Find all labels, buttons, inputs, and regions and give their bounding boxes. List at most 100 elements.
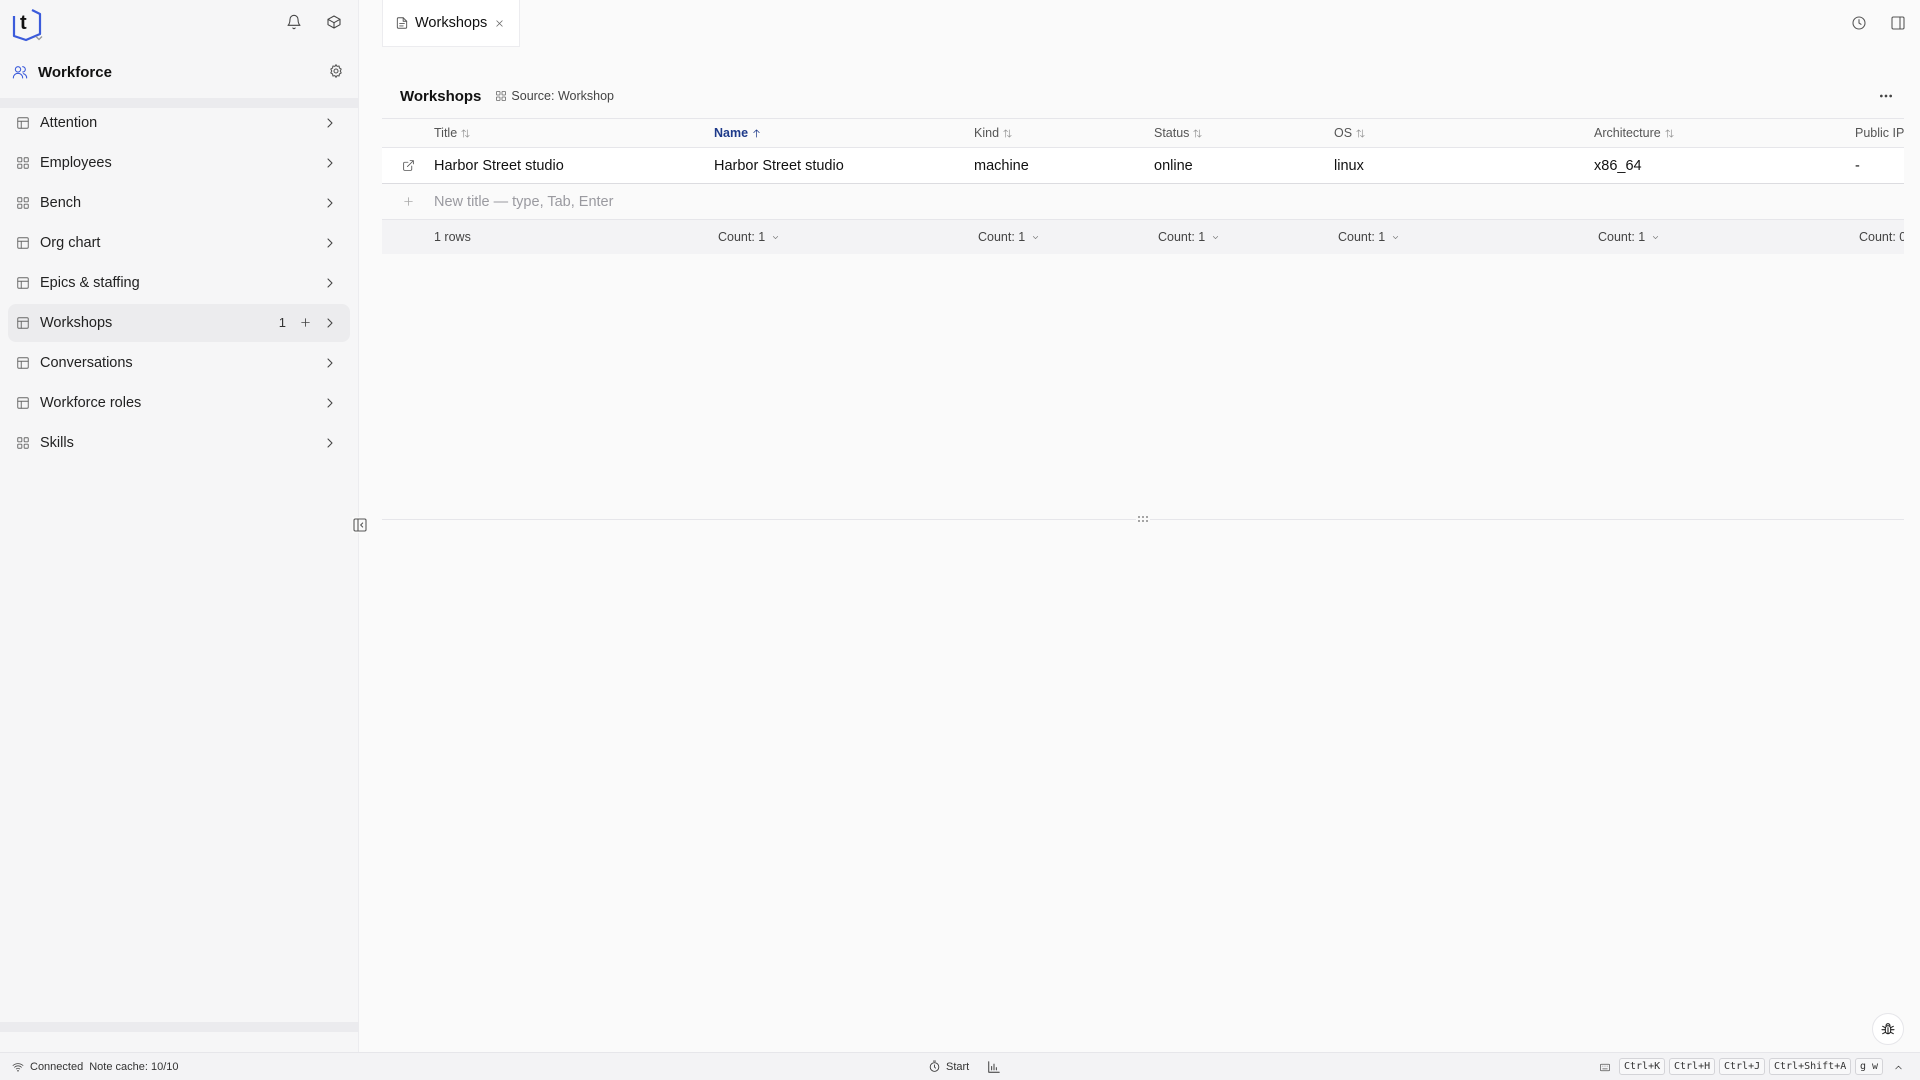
connection-label: Connected <box>30 1061 84 1073</box>
column-header-public-ip[interactable]: Public IPv <box>1855 119 1904 147</box>
chevron-up-icon[interactable] <box>1893 1062 1904 1073</box>
sidebar-item-label: Workforce roles <box>40 395 142 411</box>
open-row-button[interactable] <box>382 148 434 183</box>
table-icon <box>17 397 29 409</box>
sidebar: t Workforce Attention Employees Bench Or… <box>0 0 359 1052</box>
chevron-right-icon <box>327 438 333 448</box>
sidebar-item-conversations[interactable]: Conversations <box>8 344 350 382</box>
cell-title[interactable]: Harbor Street studio <box>434 148 714 183</box>
column-header-kind[interactable]: Kind <box>974 119 1154 147</box>
chevron-down-icon <box>1393 235 1399 239</box>
history-button[interactable] <box>1851 15 1867 31</box>
notifications-button[interactable] <box>286 14 302 30</box>
table-icon <box>17 317 29 329</box>
new-title-input[interactable]: New title — type, Tab, Enter <box>434 184 714 219</box>
workspace-header[interactable]: Workforce <box>10 60 346 84</box>
table-header-row: Title Name Kind Status OS Architecture P… <box>382 118 1904 148</box>
sidebar-item-skills[interactable]: Skills <box>8 424 350 462</box>
add-row-button[interactable] <box>382 184 434 219</box>
column-header-title[interactable]: Title <box>434 119 714 147</box>
column-header-label: Public IPv <box>1855 126 1904 140</box>
aggregate-architecture[interactable]: Count: 1 <box>1594 220 1854 254</box>
aggregate-kind[interactable]: Count: 1 <box>974 220 1154 254</box>
keyboard-icon[interactable] <box>1599 1062 1611 1073</box>
column-header-label: OS <box>1334 126 1353 140</box>
close-icon[interactable] <box>494 18 505 29</box>
main-content: Workshops Source: Workshop Title Name Ki… <box>382 48 1904 1052</box>
connection-status: Connected Note cache: 10/10 <box>12 1061 179 1073</box>
shortcut-ctrl-h[interactable]: Ctrl+H <box>1669 1058 1716 1075</box>
wifi-icon <box>12 1063 24 1072</box>
grid-icon <box>17 157 29 169</box>
chevron-right-icon <box>327 358 333 368</box>
aggregate-status[interactable]: Count: 1 <box>1154 220 1334 254</box>
chevron-right-icon <box>327 238 333 248</box>
shortcut-ctrl-k[interactable]: Ctrl+K <box>1619 1058 1666 1075</box>
sidebar-item-workshops[interactable]: Workshops 1 <box>8 304 350 342</box>
cell-architecture[interactable]: x86_64 <box>1594 148 1854 183</box>
column-header-architecture[interactable]: Architecture <box>1594 119 1854 147</box>
status-bar: Connected Note cache: 10/10 Start Ctrl+K… <box>0 1052 1920 1080</box>
shortcut-ctrl-shift-a[interactable]: Ctrl+Shift+A <box>1769 1058 1852 1075</box>
tab-bar: Workshops <box>360 0 1920 48</box>
clock-icon <box>1852 16 1866 30</box>
sidebar-item-org-chart[interactable]: Org chart <box>8 224 350 262</box>
sidebar-item-epics-staffing[interactable]: Epics & staffing <box>8 264 350 302</box>
table-row[interactable]: Harbor Street studio Harbor Street studi… <box>382 148 1904 184</box>
cell-public-ip[interactable]: - <box>1855 148 1904 183</box>
aggregate-label: Count: 1 <box>1338 230 1386 244</box>
sidebar-item-employees[interactable]: Employees <box>8 144 350 182</box>
aggregate-public-ip[interactable]: Count: 0 <box>1855 220 1904 254</box>
sidebar-item-label: Org chart <box>40 235 101 251</box>
cell-name[interactable]: Harbor Street studio <box>714 148 974 183</box>
chevron-right-icon <box>327 278 333 288</box>
shortcut-g-w[interactable]: g w <box>1855 1058 1884 1075</box>
aggregate-label: Count: 1 <box>718 230 766 244</box>
cell-kind[interactable]: machine <box>974 148 1154 183</box>
chevron-down-icon <box>1033 235 1039 239</box>
cube-icon <box>327 15 341 29</box>
chevron-right-icon <box>327 158 333 168</box>
more-options-button[interactable] <box>1878 88 1894 104</box>
users-icon <box>12 66 28 79</box>
header-spacer <box>382 119 434 147</box>
column-header-label: Status <box>1154 126 1190 140</box>
resize-handle[interactable] <box>1136 513 1150 525</box>
shortcut-ctrl-j[interactable]: Ctrl+J <box>1719 1058 1766 1075</box>
app-logo[interactable]: t <box>10 6 44 42</box>
external-link-icon <box>402 160 414 171</box>
column-header-status[interactable]: Status <box>1154 119 1334 147</box>
logo-letter: t <box>20 12 27 34</box>
source-chip[interactable]: Source: Workshop <box>495 89 614 103</box>
cell-os[interactable]: linux <box>1334 148 1594 183</box>
sidebar-item-workforce-roles[interactable]: Workforce roles <box>8 384 350 422</box>
cell-status[interactable]: online <box>1154 148 1334 183</box>
aggregate-label: Count: 1 <box>1158 230 1206 244</box>
packages-button[interactable] <box>326 14 342 30</box>
aggregate-name[interactable]: Count: 1 <box>714 220 974 254</box>
chevron-down-icon <box>1213 235 1219 239</box>
collapse-sidebar-button[interactable] <box>352 517 368 533</box>
aggregate-os[interactable]: Count: 1 <box>1334 220 1594 254</box>
chevron-right-icon <box>327 198 333 208</box>
sidebar-nav: Attention Employees Bench Org chart Epic… <box>8 104 350 464</box>
sidebar-item-attention[interactable]: Attention <box>8 104 350 142</box>
start-timer-button[interactable]: Start <box>928 1060 969 1073</box>
workspace-settings-button[interactable] <box>328 63 344 79</box>
column-header-os[interactable]: OS <box>1334 119 1594 147</box>
tab-workshops[interactable]: Workshops <box>382 0 520 47</box>
column-header-name[interactable]: Name <box>714 119 974 147</box>
chevron-right-icon <box>327 318 333 328</box>
toggle-right-panel-button[interactable] <box>1890 15 1906 31</box>
view-header: Workshops Source: Workshop <box>382 84 1904 108</box>
new-row[interactable]: New title — type, Tab, Enter <box>382 184 1904 220</box>
bell-icon <box>287 14 301 30</box>
sort-arrows-icon <box>1356 128 1365 138</box>
sidebar-divider <box>0 1022 359 1032</box>
debug-button[interactable] <box>1872 1013 1904 1045</box>
sidebar-item-bench[interactable]: Bench <box>8 184 350 222</box>
plus-icon[interactable] <box>299 316 312 329</box>
grid-icon <box>496 91 507 101</box>
bar-chart-icon[interactable] <box>987 1060 1001 1074</box>
chevron-down-icon <box>1653 235 1659 239</box>
